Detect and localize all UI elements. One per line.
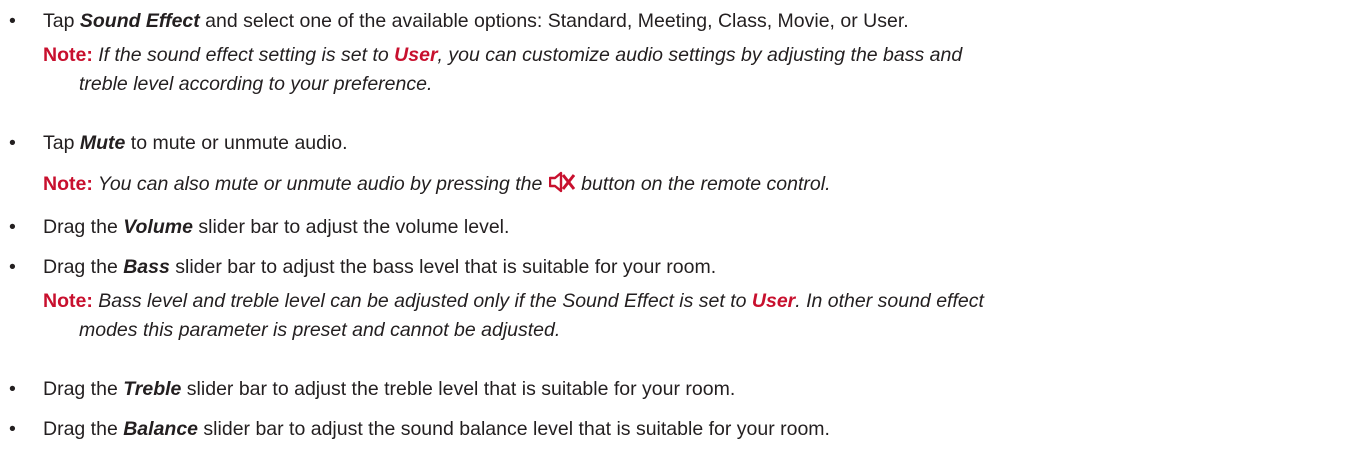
list-item-bass: • Drag the Bass slider bar to adjust the… [0, 253, 1352, 345]
text: Tap [43, 132, 80, 154]
note-continuation: treble level according to your preferenc… [79, 73, 433, 95]
emphasis-treble: Treble [123, 378, 182, 400]
bullet-marker: • [9, 418, 16, 440]
bullet-marker: • [9, 10, 16, 32]
emphasis-mute: Mute [79, 132, 126, 154]
bullet-text: • Drag the Volume slider bar to adjust t… [0, 213, 1352, 241]
mute-speaker-icon [548, 171, 575, 193]
note-text: You can also mute or unmute audio by pre… [92, 173, 548, 195]
bullet-text: • Tap Mute to mute or unmute audio. [0, 129, 1352, 157]
emphasis-sound-effect: Sound Effect [79, 10, 200, 32]
list-item-mute: • Tap Mute to mute or unmute audio. Note… [0, 129, 1352, 199]
text: Drag the [43, 418, 124, 440]
text: and select one of the available options:… [199, 10, 909, 32]
bullet-text: • Drag the Bass slider bar to adjust the… [0, 253, 1352, 281]
text: slider bar to adjust the treble level th… [181, 378, 736, 400]
text: Drag the [43, 256, 124, 278]
note-continuation: modes this parameter is preset and canno… [79, 319, 561, 341]
text: Tap [43, 10, 80, 32]
note-emphasis-user: User [751, 290, 796, 312]
list-item-volume: • Drag the Volume slider bar to adjust t… [0, 213, 1352, 241]
list-item-treble: • Drag the Treble slider bar to adjust t… [0, 375, 1352, 403]
bullet-marker: • [9, 378, 16, 400]
note-label: Note: [43, 44, 93, 66]
note-text: , you can customize audio settings by ad… [437, 44, 963, 66]
note-user-sound-effect: Note: If the sound effect setting is set… [43, 41, 1352, 70]
emphasis-volume: Volume [123, 216, 193, 238]
list-item-balance: • Drag the Balance slider bar to adjust … [0, 415, 1352, 443]
note-text: button on the remote control. [575, 173, 831, 195]
emphasis-bass: Bass [123, 256, 170, 278]
note-bass-treble: Note: Bass level and treble level can be… [43, 287, 1352, 316]
note-emphasis-user: User [394, 44, 438, 66]
text: Drag the [43, 216, 124, 238]
note-label: Note: [43, 173, 93, 195]
bullet-text: • Tap Sound Effect and select one of the… [0, 7, 1352, 35]
bullet-marker: • [9, 216, 16, 238]
note-label: Note: [43, 290, 93, 312]
text: Drag the [43, 378, 124, 400]
list-item-sound-effect: • Tap Sound Effect and select one of the… [0, 7, 1352, 99]
emphasis-balance: Balance [123, 418, 199, 440]
note-mute-remote: Note: You can also mute or unmute audio … [43, 170, 1352, 199]
bullet-text: • Drag the Balance slider bar to adjust … [0, 415, 1352, 443]
note-text: Bass level and treble level can be adjus… [92, 290, 752, 312]
note-text: If the sound effect setting is set to [92, 44, 395, 66]
text: slider bar to adjust the sound balance l… [198, 418, 830, 440]
bullet-text: • Drag the Treble slider bar to adjust t… [0, 375, 1352, 403]
text: slider bar to adjust the volume level. [192, 216, 510, 238]
bullet-marker: • [9, 256, 16, 278]
text: to mute or unmute audio. [125, 132, 348, 154]
note-text: . In other sound effect [795, 290, 984, 312]
bullet-marker: • [9, 132, 16, 154]
text: slider bar to adjust the bass level that… [169, 256, 717, 278]
